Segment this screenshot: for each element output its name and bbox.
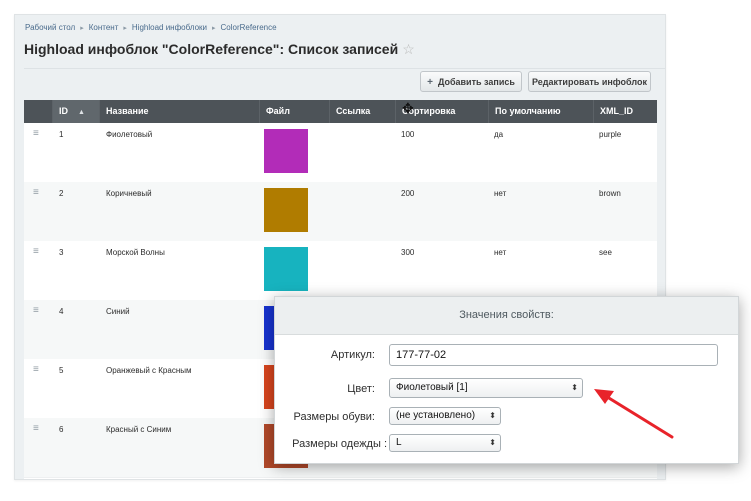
- row-menu-icon[interactable]: ≡: [33, 247, 39, 257]
- cell-sort: 200: [401, 189, 415, 198]
- breadcrumb-desktop[interactable]: Рабочий стол: [25, 23, 75, 32]
- column-header-id[interactable]: ID ▲: [52, 100, 99, 123]
- breadcrumb-content[interactable]: Контент: [89, 23, 119, 32]
- row-menu-icon[interactable]: ≡: [33, 306, 39, 316]
- add-record-label: Добавить запись: [437, 77, 515, 87]
- cell-default: нет: [494, 189, 507, 198]
- select-arrows-icon: ⬍: [571, 383, 578, 392]
- cell-name: Оранжевый с Красным: [106, 366, 192, 375]
- cell-name: Красный с Синим: [106, 425, 172, 434]
- sort-ascending-icon: ▲: [78, 109, 85, 116]
- color-swatch-image[interactable]: [264, 247, 308, 291]
- cell-id: 2: [59, 189, 64, 198]
- cell-sort: 300: [401, 248, 415, 257]
- shoe-size-value: (не установлено): [396, 410, 476, 421]
- breadcrumb-colorreference[interactable]: ColorReference: [221, 23, 277, 32]
- breadcrumb-separator-icon: ▸: [80, 25, 84, 32]
- color-swatch-image[interactable]: [264, 188, 308, 232]
- cell-xml-id: purple: [599, 130, 622, 139]
- edit-iblock-button[interactable]: Редактировать инфоблок: [528, 71, 651, 92]
- column-header-default[interactable]: По умолчанию: [488, 100, 593, 123]
- breadcrumb-separator-icon: ▸: [212, 25, 216, 32]
- row-menu-icon[interactable]: ≡: [33, 129, 39, 139]
- article-input[interactable]: 177-77-02: [389, 344, 718, 366]
- cell-id: 1: [59, 130, 64, 139]
- color-label: Цвет:: [347, 383, 375, 395]
- shoe-size-label: Размеры обуви:: [293, 411, 376, 423]
- dialog-title: Значения свойств:: [275, 297, 738, 335]
- shoe-size-select[interactable]: (не установлено) ⬍: [389, 407, 501, 425]
- property-values-dialog: Значения свойств: Артикул: 177-77-02 Цве…: [274, 296, 739, 464]
- color-select-value: Фиолетовый [1]: [396, 382, 468, 393]
- move-cursor-icon: ✥: [402, 100, 414, 116]
- cell-name: Синий: [106, 307, 130, 316]
- toolbar-divider: [24, 68, 665, 69]
- cell-id: 6: [59, 425, 64, 434]
- column-header-actions: [24, 100, 52, 123]
- cell-id: 4: [59, 307, 64, 316]
- color-swatch-image[interactable]: [264, 129, 308, 173]
- clothes-size-select[interactable]: L ⬍: [389, 434, 501, 452]
- column-header-xml-id[interactable]: XML_ID: [593, 100, 657, 123]
- add-record-button[interactable]: + Добавить запись: [420, 71, 522, 92]
- cell-default: да: [494, 130, 504, 139]
- cell-id: 3: [59, 248, 64, 257]
- cell-xml-id: brown: [599, 189, 621, 198]
- row-menu-icon[interactable]: ≡: [33, 188, 39, 198]
- breadcrumb-separator-icon: ▸: [123, 25, 127, 32]
- column-header-name[interactable]: Название: [99, 100, 259, 123]
- page-title: Highload инфоблок "ColorReference": Спис…: [24, 41, 415, 58]
- favorite-star-icon[interactable]: ☆: [402, 41, 415, 57]
- cell-id: 5: [59, 366, 64, 375]
- clothes-size-value: L: [396, 437, 402, 448]
- cell-name: Коричневый: [106, 189, 152, 198]
- plus-icon: +: [427, 77, 433, 88]
- page-title-text: Highload инфоблок "ColorReference": Спис…: [24, 41, 399, 57]
- color-select[interactable]: Фиолетовый [1] ⬍: [389, 378, 583, 398]
- breadcrumb-highload[interactable]: Highload инфоблоки: [132, 23, 207, 32]
- cell-name: Морской Волны: [106, 248, 165, 257]
- breadcrumb: Рабочий стол ▸ Контент ▸ Highload инфоблоки ▸…: [25, 23, 277, 32]
- row-menu-icon[interactable]: ≡: [33, 365, 39, 375]
- edit-iblock-label: Редактировать инфоблок: [532, 77, 647, 87]
- cell-xml-id: see: [599, 248, 612, 257]
- column-header-id-label: ID: [59, 106, 68, 116]
- table-row[interactable]: ≡ 3 Морской Волны 300 нет see: [24, 241, 657, 301]
- cell-sort: 100: [401, 130, 415, 139]
- cell-default: нет: [494, 248, 507, 257]
- select-arrows-icon: ⬍: [489, 411, 496, 420]
- column-header-file[interactable]: Файл: [259, 100, 329, 123]
- select-arrows-icon: ⬍: [489, 438, 496, 447]
- row-menu-icon[interactable]: ≡: [33, 424, 39, 434]
- article-label: Артикул:: [330, 349, 375, 361]
- table-row[interactable]: ≡ 2 Коричневый 200 нет brown: [24, 182, 657, 242]
- clothes-size-label: Размеры одежды :: [292, 438, 387, 450]
- table-row[interactable]: ≡ 1 Фиолетовый 100 да purple: [24, 123, 657, 183]
- cell-name: Фиолетовый: [106, 130, 153, 139]
- table-header: ID ▲ Название Файл Ссылка Сортировка По у…: [24, 100, 657, 123]
- column-header-link[interactable]: Ссылка: [329, 100, 395, 123]
